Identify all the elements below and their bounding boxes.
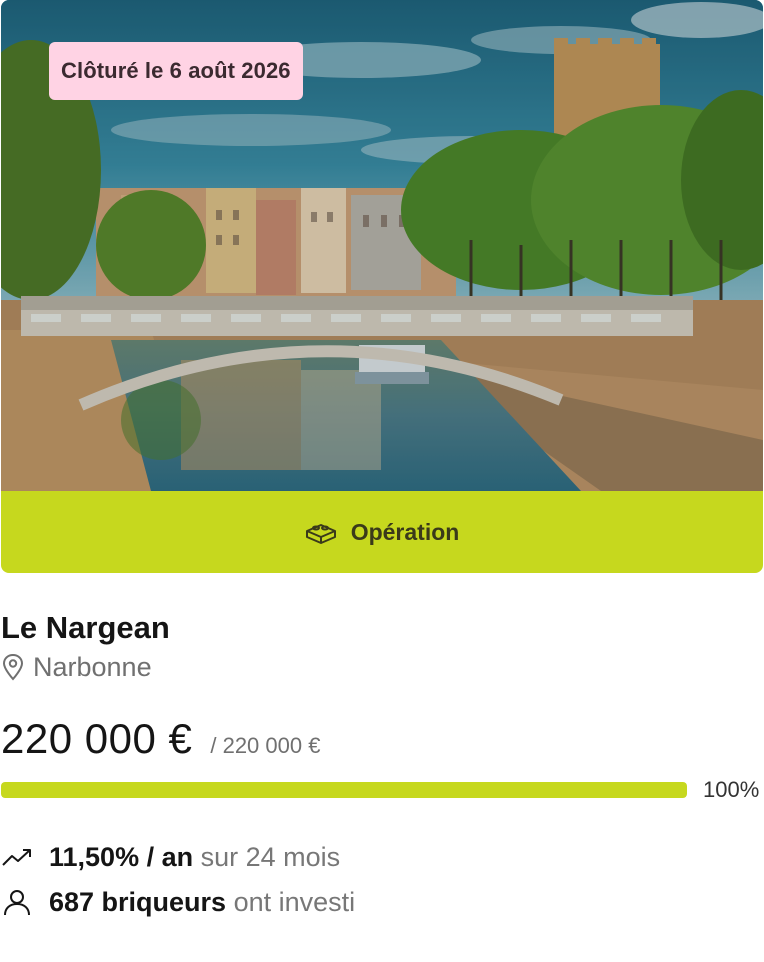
progress-bar: [1, 782, 687, 798]
progress-bar-fill: [1, 782, 687, 798]
investors-count: 687 briqueurs: [49, 887, 227, 917]
brick-icon: [305, 524, 336, 544]
investors-label: ont investi: [233, 887, 356, 917]
status-badge: Clôturé le 6 août 2026: [49, 42, 303, 100]
investors-stat: 687 briqueurs ont investi: [1, 884, 763, 920]
funding-progress: 100%: [1, 777, 763, 803]
map-pin-icon: [2, 653, 24, 681]
operation-button[interactable]: Opération: [1, 491, 763, 573]
funding-amounts: 220 000 € / 220 000 €: [1, 715, 763, 763]
project-title[interactable]: Le Nargean: [1, 609, 763, 647]
share-button[interactable]: [665, 40, 717, 92]
project-photo[interactable]: Clôturé le 6 août 2026: [1, 0, 763, 491]
raised-amount: 220 000 €: [1, 715, 193, 762]
project-card[interactable]: Clôturé le 6 août 2026 Opération Le Narg…: [1, 0, 763, 920]
operation-label: Opération: [350, 518, 460, 545]
return-rate-value: 11,50% / an: [49, 842, 194, 872]
progress-percent: 100%: [703, 777, 760, 802]
trending-up-icon: [2, 849, 31, 866]
share-icon: [665, 40, 763, 491]
return-rate-stat: 11,50% / an sur 24 mois: [1, 839, 763, 875]
target-amount: / 220 000 €: [210, 733, 321, 758]
location-label: Narbonne: [33, 652, 152, 682]
return-rate-duration: sur 24 mois: [200, 842, 341, 872]
user-icon: [4, 890, 30, 916]
project-location: Narbonne: [1, 649, 763, 685]
